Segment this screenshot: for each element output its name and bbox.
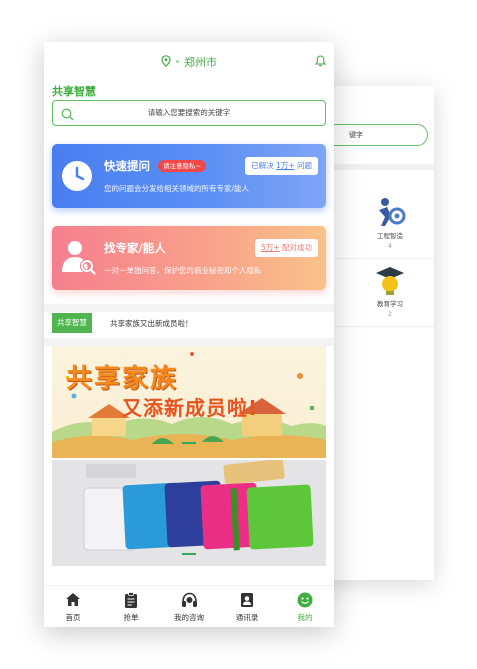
quick-ask-desc: 您的问题会分发给相关领域的所有专家/能人: [104, 184, 250, 193]
tab-home[interactable]: 首页: [44, 592, 102, 623]
banner-subline: 又添新成员啦!: [122, 396, 259, 420]
bottom-tab-bar: 首页 抢单 我的咨询 通讯录 我的: [44, 585, 334, 627]
city-label: 郑州市: [184, 55, 217, 69]
back-search-field: 键字: [320, 124, 428, 146]
quick-ask-title: 快速提问: [104, 159, 150, 173]
phone-screen: 郑州市 共享智慧 请输入您要搜索的关键字 快速提问 请注意隐私~ 已解决 1万+…: [44, 42, 334, 627]
location-selector[interactable]: 郑州市: [161, 52, 217, 71]
matched-suffix: 配对成功: [282, 243, 312, 252]
tab-my-consultations[interactable]: 我的咨询: [160, 592, 218, 623]
section-divider: [44, 338, 334, 346]
tab-label: 我的咨询: [174, 613, 204, 622]
education-icon: [360, 264, 420, 296]
back-tile-count: 4: [387, 242, 393, 250]
tab-grab-orders[interactable]: 抢单: [102, 592, 160, 623]
tab-mine[interactable]: 我的: [276, 592, 334, 623]
tab-label: 抢单: [123, 613, 139, 622]
back-tile-education[interactable]: 教育学习 2: [360, 264, 420, 318]
top-bar: 郑州市: [44, 42, 334, 78]
clipboard-icon: [102, 592, 160, 609]
solved-prefix: 已解决: [251, 161, 274, 170]
clock-icon: [61, 160, 93, 196]
smiley-icon: [276, 592, 334, 609]
separator-dot: [176, 60, 179, 63]
news-tag: 共享智慧: [52, 313, 92, 333]
page-title: 共享智慧: [52, 85, 96, 98]
banner-headline: 共享家族: [66, 364, 179, 394]
news-text: 共享家族又出新成员啦！: [110, 319, 193, 328]
solved-stat-pill: 已解决 1万+ 问题: [245, 157, 318, 175]
person-search-icon: [61, 238, 97, 280]
section-divider: [44, 304, 334, 312]
location-pin-icon: [161, 52, 171, 71]
bell-icon[interactable]: [314, 52, 327, 71]
tab-label: 首页: [65, 613, 81, 622]
privacy-tag: 请注意隐私~: [158, 160, 206, 172]
back-tile-engineering[interactable]: 工程智造 4: [360, 196, 420, 250]
find-expert-desc: 一对一单独问答，保护您的商业秘密和个人隐私: [104, 266, 262, 275]
tab-label: 通讯录: [235, 613, 259, 622]
news-row[interactable]: 共享智慧 共享家族又出新成员啦！: [44, 312, 334, 338]
solved-value: 1万+: [276, 161, 295, 170]
tab-label: 我的: [297, 613, 313, 622]
phone-cases-image: [52, 460, 326, 566]
slide-indicator: [182, 553, 196, 555]
back-tile-name: 工程智造: [377, 232, 403, 240]
back-tile-count: 2: [387, 310, 393, 318]
matched-value: 5万+: [261, 243, 280, 252]
matched-stat-pill: 5万+ 配对成功: [255, 239, 318, 257]
solved-suffix: 问题: [297, 161, 312, 170]
headset-icon: [160, 592, 218, 609]
engineering-icon: [360, 196, 420, 228]
product-banner[interactable]: [52, 460, 326, 566]
contacts-icon: [218, 592, 276, 609]
tab-contacts[interactable]: 通讯录: [218, 592, 276, 623]
search-input[interactable]: 请输入您要搜索的关键字: [52, 100, 326, 126]
find-expert-card[interactable]: 找专家/能人 5万+ 配对成功 一对一单独问答，保护您的商业秘密和个人隐私: [52, 226, 326, 290]
back-search-text: 键字: [349, 131, 363, 139]
back-tile-name: 教育学习: [377, 300, 403, 308]
home-icon: [44, 592, 102, 609]
search-placeholder: 请输入您要搜索的关键字: [147, 108, 231, 117]
family-banner[interactable]: 共享家族 又添新成员啦!: [52, 346, 326, 458]
slide-indicator: [182, 442, 196, 444]
quick-ask-card[interactable]: 快速提问 请注意隐私~ 已解决 1万+ 问题 您的问题会分发给相关领域的所有专家…: [52, 144, 326, 208]
find-expert-title: 找专家/能人: [104, 241, 166, 255]
